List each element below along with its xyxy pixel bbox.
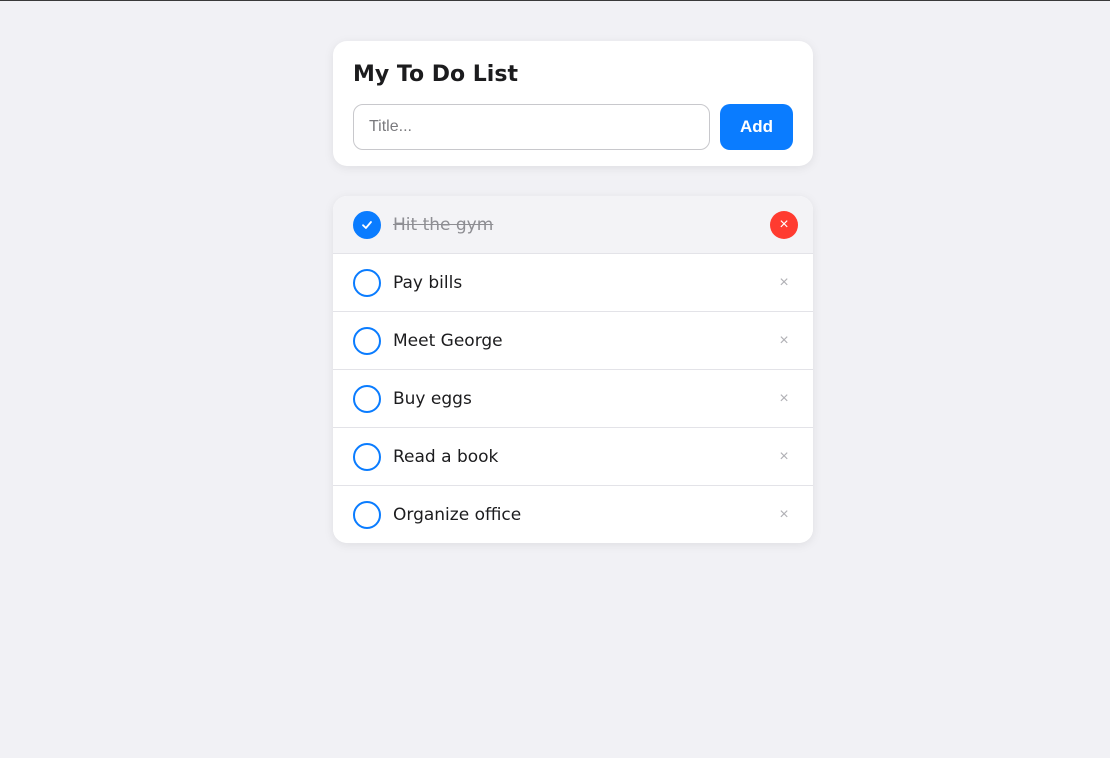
delete-button[interactable]: ×	[770, 269, 798, 297]
complete-toggle[interactable]	[353, 210, 381, 239]
delete-button[interactable]: ×	[770, 501, 798, 529]
item-label: Meet George	[393, 330, 503, 351]
list-item[interactable]: Pay bills ×	[333, 254, 813, 312]
checkmark-icon	[362, 220, 372, 229]
list-item[interactable]: Organize office ×	[333, 486, 813, 543]
complete-toggle[interactable]	[353, 442, 381, 471]
delete-button[interactable]: ×	[770, 443, 798, 471]
add-item-form: Add	[353, 104, 793, 150]
page-title: My To Do List	[353, 62, 518, 87]
delete-button[interactable]: ×	[770, 327, 798, 355]
list-item[interactable]: Hit the gym ×	[333, 196, 813, 254]
close-icon: ×	[779, 331, 789, 349]
add-button[interactable]: Add	[720, 104, 793, 150]
complete-toggle[interactable]	[353, 268, 381, 297]
complete-toggle[interactable]	[353, 326, 381, 355]
todo-list: Hit the gym × Pay bills × Meet George ×	[333, 196, 813, 543]
delete-button[interactable]: ×	[770, 210, 798, 239]
close-icon: ×	[779, 215, 789, 233]
item-label: Read a book	[393, 446, 499, 467]
complete-toggle[interactable]	[353, 500, 381, 529]
list-item[interactable]: Meet George ×	[333, 312, 813, 370]
close-icon: ×	[779, 273, 789, 291]
item-label: Pay bills	[393, 272, 463, 293]
list-item[interactable]: Buy eggs ×	[333, 370, 813, 428]
item-label: Organize office	[393, 504, 522, 525]
header-card: My To Do List Add	[333, 41, 813, 166]
close-icon: ×	[779, 389, 789, 407]
delete-button[interactable]: ×	[770, 385, 798, 413]
title-input[interactable]	[353, 104, 710, 150]
list-item[interactable]: Read a book ×	[333, 428, 813, 486]
item-label: Hit the gym	[393, 214, 494, 235]
close-icon: ×	[779, 505, 789, 523]
close-icon: ×	[779, 447, 789, 465]
item-label: Buy eggs	[393, 388, 472, 409]
complete-toggle[interactable]	[353, 384, 381, 413]
